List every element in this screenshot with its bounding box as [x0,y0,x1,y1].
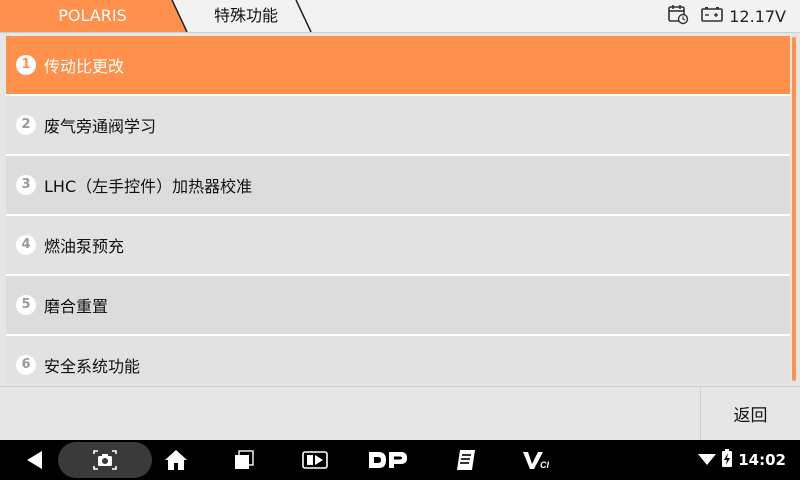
calendar-clock-icon[interactable] [667,3,689,29]
home-icon[interactable] [160,440,192,480]
recent-apps-icon[interactable] [228,440,260,480]
menu-item-label: 安全系统功能 [44,357,141,376]
android-nav-bar: CI 14:02 [0,440,800,480]
header-status: 12.17V [667,0,786,32]
breadcrumb-page-title: 特殊功能 [213,6,278,25]
battery-voltage: 12.17V [701,6,786,26]
menu-item-lhc-heater-calibration[interactable]: 3 LHC（左手控件）加热器校准 [6,156,790,216]
function-list: 1 传动比更改 2 废气旁通阀学习 3 LHC（左手控件）加热器校准 4 燃油泵… [6,36,790,384]
dp-app-icon[interactable] [366,440,410,480]
back-nav-icon[interactable] [18,440,52,480]
camera-icon[interactable] [88,440,122,480]
bottom-action-bar: 返回 [0,386,800,440]
item-number-badge: 3 [16,175,36,195]
item-number-badge: 5 [16,295,36,315]
menu-item-fuel-pump-prime[interactable]: 4 燃油泵预充 [6,216,790,276]
system-status: 14:02 [698,440,786,480]
item-number-badge: 2 [16,115,36,135]
menu-item-gear-ratio-change[interactable]: 1 传动比更改 [6,36,790,96]
voltage-value: 12.17V [729,6,786,26]
item-number-badge: 6 [16,355,36,375]
clock-time: 14:02 [738,451,786,469]
menu-item-label: 传动比更改 [44,57,125,76]
svg-text:CI: CI [540,460,549,470]
manual-book-icon[interactable] [450,440,482,480]
vci-icon[interactable]: CI [520,440,554,480]
menu-item-label: LHC（左手控件）加热器校准 [44,177,253,196]
function-list-area: 1 传动比更改 2 废气旁通阀学习 3 LHC（左手控件）加热器校准 4 燃油泵… [0,33,800,386]
battery-icon [701,6,724,26]
menu-item-wastegate-learn[interactable]: 2 废气旁通阀学习 [6,96,790,156]
breadcrumb-brand[interactable]: POLARIS [0,0,185,32]
menu-item-label: 磨合重置 [44,297,109,316]
menu-item-break-in-reset[interactable]: 5 磨合重置 [6,276,790,336]
menu-item-security-functions[interactable]: 6 安全系统功能 [6,336,790,384]
item-number-badge: 1 [16,55,36,75]
menu-item-label: 燃油泵预充 [44,237,125,256]
top-header: POLARIS 特殊功能 12.17V [0,0,800,33]
item-number-badge: 4 [16,235,36,255]
vehicle-connect-icon[interactable] [298,440,332,480]
wifi-icon [698,450,717,470]
list-scrollbar[interactable] [792,37,796,381]
menu-item-label: 废气旁通阀学习 [44,117,157,136]
battery-charging-icon [722,449,733,471]
back-button[interactable]: 返回 [700,387,800,440]
